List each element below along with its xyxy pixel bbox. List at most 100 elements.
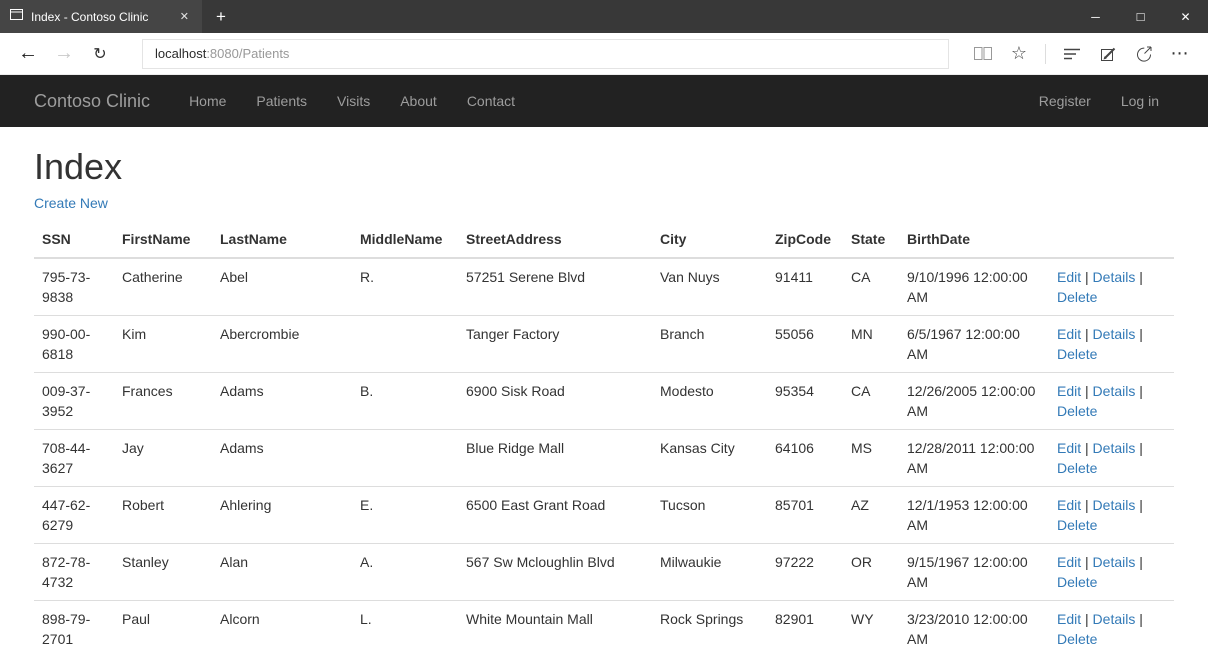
cell-last: Abercrombie bbox=[212, 316, 352, 373]
col-header-state: State bbox=[843, 221, 899, 258]
page-icon bbox=[10, 8, 23, 26]
col-header-street: StreetAddress bbox=[458, 221, 652, 258]
col-header-city: City bbox=[652, 221, 767, 258]
cell-middle: E. bbox=[352, 487, 458, 544]
patients-table: SSNFirstNameLastNameMiddleNameStreetAddr… bbox=[34, 221, 1174, 657]
nav-home[interactable]: Home bbox=[174, 75, 241, 127]
table-row: 708-44-3627JayAdamsBlue Ridge MallKansas… bbox=[34, 430, 1174, 487]
cell-last: Abel bbox=[212, 258, 352, 316]
cell-middle bbox=[352, 430, 458, 487]
web-note-pen-icon[interactable] bbox=[1090, 37, 1126, 71]
cell-birth: 9/10/1996 12:00:00 AM bbox=[899, 258, 1049, 316]
delete-link[interactable]: Delete bbox=[1057, 289, 1097, 305]
cell-middle: B. bbox=[352, 373, 458, 430]
maximize-button[interactable]: □ bbox=[1118, 0, 1163, 33]
nav-register[interactable]: Register bbox=[1024, 75, 1106, 127]
refresh-icon[interactable]: ↻ bbox=[82, 37, 118, 71]
edit-link[interactable]: Edit bbox=[1057, 611, 1081, 627]
cell-state: CA bbox=[843, 373, 899, 430]
table-row: 795-73-9838CatherineAbelR.57251 Serene B… bbox=[34, 258, 1174, 316]
tab-close-icon[interactable]: ✕ bbox=[175, 8, 194, 25]
cell-zip: 55056 bbox=[767, 316, 843, 373]
edit-link[interactable]: Edit bbox=[1057, 440, 1081, 456]
cell-zip: 97222 bbox=[767, 544, 843, 601]
details-link[interactable]: Details bbox=[1093, 497, 1136, 513]
cell-actions: Edit | Details | Delete bbox=[1049, 487, 1174, 544]
favorites-star-icon[interactable]: ☆ bbox=[1001, 37, 1037, 71]
cell-street: Blue Ridge Mall bbox=[458, 430, 652, 487]
delete-link[interactable]: Delete bbox=[1057, 460, 1097, 476]
close-button[interactable]: ✕ bbox=[1163, 0, 1208, 33]
cell-first: Stanley bbox=[114, 544, 212, 601]
cell-last: Adams bbox=[212, 430, 352, 487]
tab-title: Index - Contoso Clinic bbox=[31, 10, 167, 24]
address-bar[interactable]: localhost:8080/Patients bbox=[142, 39, 949, 69]
back-icon[interactable]: ← bbox=[10, 37, 46, 71]
delete-link[interactable]: Delete bbox=[1057, 631, 1097, 647]
details-link[interactable]: Details bbox=[1093, 440, 1136, 456]
delete-link[interactable]: Delete bbox=[1057, 346, 1097, 362]
col-header-middle: MiddleName bbox=[352, 221, 458, 258]
cell-ssn: 708-44-3627 bbox=[34, 430, 114, 487]
details-link[interactable]: Details bbox=[1093, 554, 1136, 570]
cell-actions: Edit | Details | Delete bbox=[1049, 430, 1174, 487]
delete-link[interactable]: Delete bbox=[1057, 403, 1097, 419]
new-tab-button[interactable]: + bbox=[202, 0, 240, 33]
nav-patients[interactable]: Patients bbox=[241, 75, 322, 127]
col-header-zip: ZipCode bbox=[767, 221, 843, 258]
create-new-link[interactable]: Create New bbox=[34, 195, 108, 211]
delete-link[interactable]: Delete bbox=[1057, 574, 1097, 590]
details-link[interactable]: Details bbox=[1093, 383, 1136, 399]
cell-street: Tanger Factory bbox=[458, 316, 652, 373]
nav-about[interactable]: About bbox=[385, 75, 452, 127]
cell-middle bbox=[352, 316, 458, 373]
edit-link[interactable]: Edit bbox=[1057, 383, 1081, 399]
hub-icon[interactable] bbox=[1054, 37, 1090, 71]
cell-last: Adams bbox=[212, 373, 352, 430]
col-header-last: LastName bbox=[212, 221, 352, 258]
cell-ssn: 009-37-3952 bbox=[34, 373, 114, 430]
edit-link[interactable]: Edit bbox=[1057, 497, 1081, 513]
details-link[interactable]: Details bbox=[1093, 611, 1136, 627]
table-row: 872-78-4732StanleyAlanA.567 Sw Mcloughli… bbox=[34, 544, 1174, 601]
url-host: localhost bbox=[155, 46, 206, 61]
delete-link[interactable]: Delete bbox=[1057, 517, 1097, 533]
cell-zip: 85701 bbox=[767, 487, 843, 544]
forward-icon[interactable]: → bbox=[46, 37, 82, 71]
minimize-button[interactable]: ─ bbox=[1073, 0, 1118, 33]
page-title: Index bbox=[34, 147, 1174, 187]
edit-link[interactable]: Edit bbox=[1057, 554, 1081, 570]
cell-city: Modesto bbox=[652, 373, 767, 430]
table-row: 447-62-6279RobertAhleringE.6500 East Gra… bbox=[34, 487, 1174, 544]
cell-actions: Edit | Details | Delete bbox=[1049, 601, 1174, 657]
table-row: 898-79-2701PaulAlcornL.White Mountain Ma… bbox=[34, 601, 1174, 657]
toolbar-right: ☆ ⋯ bbox=[965, 37, 1198, 71]
cell-city: Branch bbox=[652, 316, 767, 373]
nav-contact[interactable]: Contact bbox=[452, 75, 530, 127]
col-header-ssn: SSN bbox=[34, 221, 114, 258]
nav-visits[interactable]: Visits bbox=[322, 75, 385, 127]
cell-ssn: 872-78-4732 bbox=[34, 544, 114, 601]
cell-zip: 82901 bbox=[767, 601, 843, 657]
cell-street: 6500 East Grant Road bbox=[458, 487, 652, 544]
share-icon[interactable] bbox=[1126, 37, 1162, 71]
brand-link[interactable]: Contoso Clinic bbox=[34, 91, 150, 112]
browser-tab[interactable]: Index - Contoso Clinic ✕ bbox=[0, 0, 202, 33]
nav-login[interactable]: Log in bbox=[1106, 75, 1174, 127]
edit-link[interactable]: Edit bbox=[1057, 269, 1081, 285]
details-link[interactable]: Details bbox=[1093, 269, 1136, 285]
cell-middle: A. bbox=[352, 544, 458, 601]
more-icon[interactable]: ⋯ bbox=[1162, 37, 1198, 71]
col-header-birth: BirthDate bbox=[899, 221, 1049, 258]
col-header-actions bbox=[1049, 221, 1174, 258]
browser-toolbar: ← → ↻ localhost:8080/Patients ☆ ⋯ bbox=[0, 33, 1208, 75]
reading-view-icon[interactable] bbox=[965, 37, 1001, 71]
col-header-first: FirstName bbox=[114, 221, 212, 258]
cell-state: AZ bbox=[843, 487, 899, 544]
cell-city: Van Nuys bbox=[652, 258, 767, 316]
page-content: Index Create New SSNFirstNameLastNameMid… bbox=[0, 147, 1208, 657]
edit-link[interactable]: Edit bbox=[1057, 326, 1081, 342]
details-link[interactable]: Details bbox=[1093, 326, 1136, 342]
cell-birth: 9/15/1967 12:00:00 AM bbox=[899, 544, 1049, 601]
cell-last: Alcorn bbox=[212, 601, 352, 657]
